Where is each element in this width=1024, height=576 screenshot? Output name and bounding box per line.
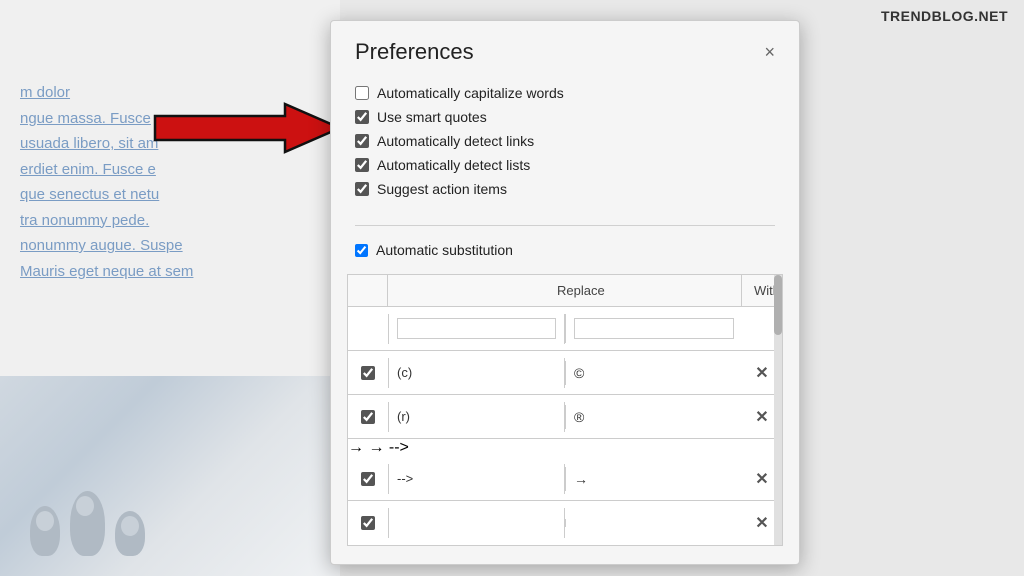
checkbox-label-quotes[interactable]: Use smart quotes — [377, 109, 487, 125]
checkbox-label-auto-substitution[interactable]: Automatic substitution — [376, 242, 513, 258]
checkbox-item-quotes: Use smart quotes — [355, 105, 775, 129]
table-row-arrow: --> → ✕ — [348, 457, 782, 501]
checkbox-links[interactable] — [355, 134, 369, 148]
row-check-empty — [348, 325, 388, 333]
checkbox-row-arrow[interactable] — [361, 472, 375, 486]
table-row-last: ✕ — [348, 501, 782, 545]
checkbox-capitalize[interactable] — [355, 86, 369, 100]
table-row-registered: (r) ® ✕ — [348, 395, 782, 439]
background-panel: m dolor ngue massa. Fusce usuada libero,… — [0, 0, 340, 576]
checkbox-lists[interactable] — [355, 158, 369, 172]
arrow-annotation — [145, 98, 345, 158]
dialog-header: Preferences × — [331, 21, 799, 77]
preferences-dialog: Preferences × Automatically capitalize w… — [330, 20, 800, 565]
row-replace-empty — [388, 314, 565, 344]
substitution-table: Replace With (c) © ✕ — [347, 274, 783, 546]
checkbox-label-links[interactable]: Automatically detect links — [377, 133, 534, 149]
table-header: Replace With — [348, 275, 782, 307]
scrollbar-thumb[interactable] — [774, 275, 782, 335]
checkbox-item-action: Suggest action items — [355, 177, 775, 201]
checkbox-quotes[interactable] — [355, 110, 369, 124]
checkbox-label-capitalize[interactable]: Automatically capitalize words — [377, 85, 564, 101]
row-with-arrow: → — [565, 467, 742, 491]
row-replace-copyright: (c) — [388, 358, 565, 388]
checkbox-label-action[interactable]: Suggest action items — [377, 181, 507, 197]
row-with-copyright: © — [565, 361, 742, 385]
row-replace-arrow: --> — [388, 464, 565, 494]
checkbox-row-copyright[interactable] — [361, 366, 375, 380]
checkbox-action[interactable] — [355, 182, 369, 196]
row-check-arrow — [348, 468, 388, 490]
with-input-empty[interactable] — [574, 318, 734, 339]
row-with-registered: ® — [565, 405, 742, 429]
checkbox-label-lists[interactable]: Automatically detect lists — [377, 157, 530, 173]
checkbox-auto-substitution[interactable] — [355, 244, 368, 257]
table-row-empty — [348, 307, 782, 351]
checkbox-item-capitalize: Automatically capitalize words — [355, 81, 775, 105]
auto-substitution-item: Automatic substitution — [331, 234, 799, 266]
col-header-replace: Replace — [545, 275, 742, 306]
scrollbar[interactable] — [774, 275, 782, 545]
checkbox-item-links: Automatically detect links — [355, 129, 775, 153]
row-check-registered — [348, 406, 388, 428]
row-with-empty — [565, 314, 742, 343]
close-button[interactable]: × — [764, 43, 775, 61]
checkbox-item-lists: Automatically detect lists — [355, 153, 775, 177]
row-replace-registered: (r) — [388, 402, 565, 432]
preferences-checkbox-list: Automatically capitalize words Use smart… — [331, 77, 799, 217]
dialog-title: Preferences — [355, 39, 474, 65]
row-with-last — [565, 519, 742, 527]
penguin-decoration — [30, 491, 145, 556]
watermark: TRENDBLOG.NET — [881, 8, 1008, 24]
table-row-copyright: (c) © ✕ — [348, 351, 782, 395]
row-replace-last — [388, 508, 565, 538]
replace-input-empty[interactable] — [397, 318, 556, 339]
row-check-copyright — [348, 362, 388, 384]
checkbox-row-registered[interactable] — [361, 410, 375, 424]
background-image — [0, 376, 340, 576]
checkbox-row-last[interactable] — [361, 516, 375, 530]
divider — [355, 225, 775, 226]
row-check-last — [348, 512, 388, 534]
